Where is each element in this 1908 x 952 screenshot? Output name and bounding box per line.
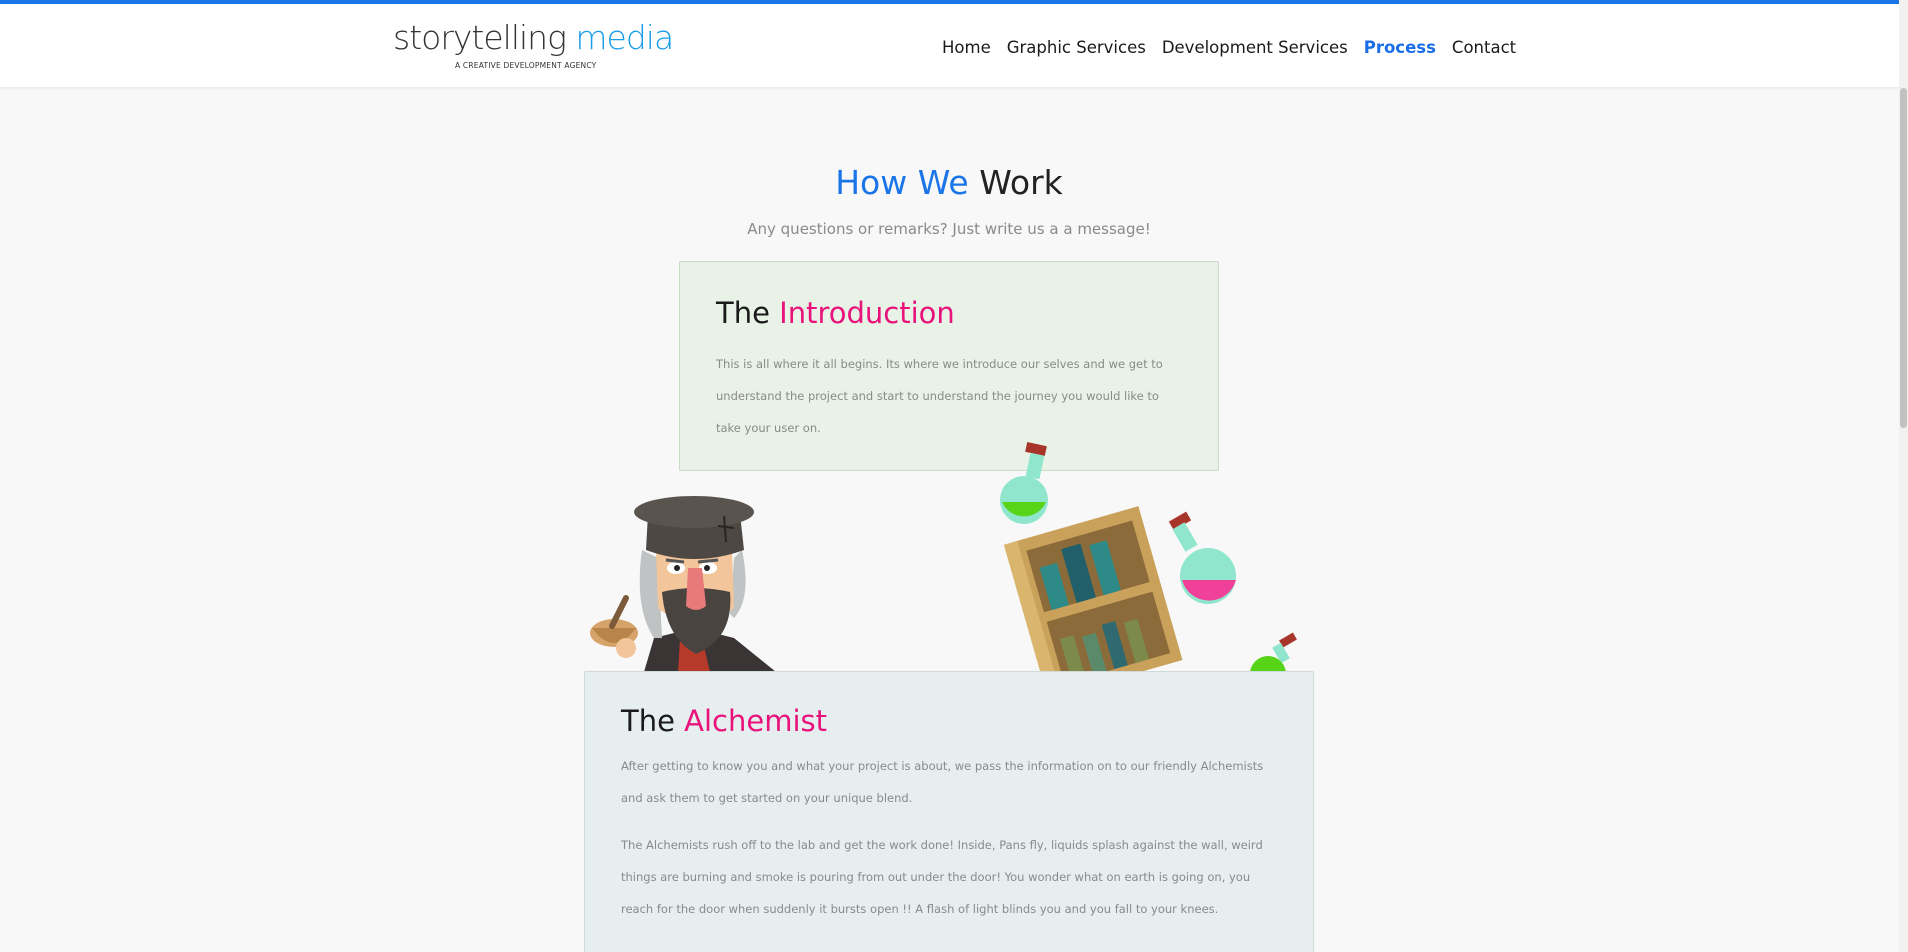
site-header: storytelling media A CREATIVE DEVELOPMEN… (0, 0, 1908, 88)
introduction-text: This is all where it all begins. Its whe… (716, 357, 1163, 435)
main-nav: Home Graphic Services Development Servic… (942, 38, 1532, 57)
logo-tagline: A CREATIVE DEVELOPMENT AGENCY (455, 61, 597, 70)
logo-text: storytelling (393, 18, 567, 57)
page-title-rest: Work (979, 163, 1063, 202)
alchemist-character-illustration (590, 496, 776, 672)
scrollbar-thumb[interactable] (1900, 88, 1907, 428)
introduction-title: The Introduction (716, 296, 1182, 330)
alchemist-title: The Alchemist (621, 704, 1277, 738)
logo-accent: media (575, 18, 674, 57)
green-flask-icon (1000, 442, 1048, 524)
introduction-title-accent: Introduction (779, 296, 955, 330)
page-scrollbar[interactable] (1899, 0, 1908, 952)
page-title-accent: How We (835, 163, 969, 202)
alchemist-paragraph-2: The Alchemists rush off to the lab and g… (621, 838, 1263, 916)
nav-home[interactable]: Home (942, 38, 991, 57)
nav-contact[interactable]: Contact (1452, 38, 1516, 57)
nav-graphic-services[interactable]: Graphic Services (1007, 38, 1146, 57)
pink-flask-icon (1168, 511, 1236, 604)
potion-crate-illustration (1000, 442, 1297, 702)
site-logo[interactable]: storytelling media A CREATIVE DEVELOPMEN… (393, 18, 674, 76)
page-subtitle: Any questions or remarks? Just write us … (747, 220, 1151, 238)
nav-development-services[interactable]: Development Services (1162, 38, 1348, 57)
alchemist-title-prefix: The (621, 704, 675, 738)
introduction-title-prefix: The (716, 296, 770, 330)
alchemist-card: The Alchemist After getting to know you … (584, 671, 1314, 952)
alchemist-paragraph-1: After getting to know you and what your … (621, 759, 1264, 805)
alchemist-title-accent: Alchemist (684, 704, 828, 738)
nav-process[interactable]: Process (1364, 38, 1436, 57)
logo-wordmark: storytelling media (393, 18, 674, 57)
page-title: How We Work (0, 163, 1898, 202)
